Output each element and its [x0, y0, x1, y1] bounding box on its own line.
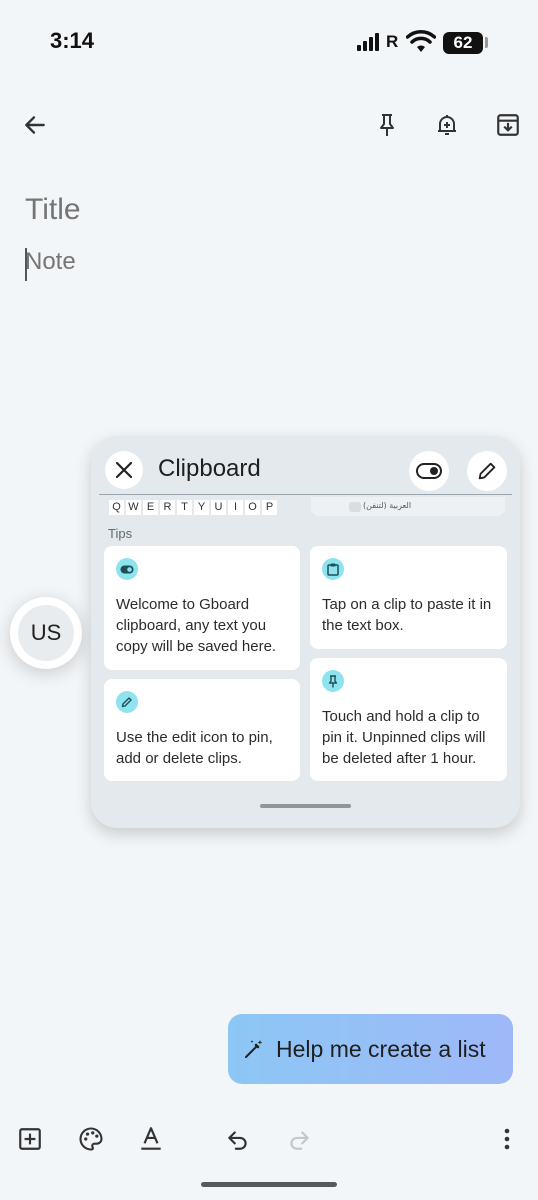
- close-icon: [115, 461, 133, 479]
- language-preview-label: العربية (لتنفن): [363, 501, 412, 510]
- undo-button[interactable]: [221, 1122, 255, 1156]
- battery-tip: [485, 37, 488, 48]
- drag-handle[interactable]: [260, 804, 351, 808]
- help-me-create-button[interactable]: Help me create a list: [228, 1014, 513, 1084]
- pin-button[interactable]: [367, 105, 407, 145]
- close-button[interactable]: [105, 451, 143, 489]
- more-options-button[interactable]: [490, 1122, 524, 1156]
- mini-key: R: [160, 500, 175, 515]
- cell-signal-icon: [357, 33, 383, 56]
- clipboard-title: Clipboard: [158, 455, 261, 482]
- text-format-button[interactable]: [134, 1122, 168, 1156]
- tip-text: Use the edit icon to pin, add or delete …: [116, 729, 273, 767]
- add-button[interactable]: [13, 1122, 47, 1156]
- mini-key: P: [262, 500, 277, 515]
- tip-text: Tap on a clip to paste it in the text bo…: [322, 596, 492, 634]
- bell-plus-icon: [438, 115, 456, 135]
- background-options-button[interactable]: [74, 1122, 108, 1156]
- mini-key: I: [228, 500, 243, 515]
- text-cursor: [25, 248, 27, 281]
- tip-text: Touch and hold a clip to pin it. Unpinne…: [322, 708, 486, 767]
- redo-button[interactable]: [282, 1122, 316, 1156]
- status-bar: 3:14 R 62: [0, 0, 538, 86]
- tip-card[interactable]: Use the edit icon to pin, add or delete …: [104, 679, 300, 781]
- clipboard-icon: [322, 558, 344, 580]
- tip-text: Welcome to Gboard clipboard, any text yo…: [116, 596, 277, 655]
- help-me-create-label: Help me create a list: [276, 1035, 486, 1062]
- mini-key: Q: [109, 500, 124, 515]
- more-vert-icon: [504, 1128, 510, 1150]
- floating-bubble[interactable]: US: [10, 597, 82, 669]
- clipboard-panel: Clipboard Q W E R T Y U I O P العربية (ل…: [91, 436, 520, 828]
- status-time: 3:14: [50, 28, 95, 53]
- mini-key: O: [245, 500, 260, 515]
- text-format-icon: [141, 1127, 161, 1150]
- tips-heading: Tips: [108, 526, 133, 541]
- toggle-icon: [416, 463, 442, 479]
- clipboard-toggle[interactable]: [409, 451, 449, 491]
- language-icon: [349, 502, 361, 512]
- mini-key: Y: [194, 500, 209, 515]
- mini-key: W: [126, 500, 141, 515]
- divider: [99, 494, 512, 495]
- pin-icon: [380, 114, 394, 136]
- note-input[interactable]: [25, 248, 505, 276]
- pin-icon: [322, 670, 344, 692]
- keyboard-preview: Q W E R T Y U I O P: [109, 500, 277, 515]
- arrow-left-icon: [25, 116, 45, 134]
- archive-icon: [497, 114, 519, 136]
- redo-icon: [290, 1131, 309, 1150]
- pencil-icon: [116, 691, 138, 713]
- network-type-label: R: [386, 32, 399, 51]
- edit-button[interactable]: [467, 451, 507, 491]
- title-input[interactable]: [25, 193, 505, 227]
- battery-icon: 62: [443, 32, 483, 54]
- add-box-icon: [19, 1128, 41, 1150]
- wifi-icon: [405, 30, 437, 59]
- toggle-icon: [116, 558, 138, 580]
- pencil-icon: [478, 462, 496, 480]
- undo-icon: [228, 1131, 247, 1150]
- language-preview: العربية (لتنفن): [311, 497, 505, 516]
- back-button[interactable]: [15, 105, 55, 145]
- tip-card[interactable]: Tap on a clip to paste it in the text bo…: [310, 546, 507, 649]
- magic-pen-icon: [245, 1040, 263, 1058]
- palette-icon: [79, 1127, 103, 1151]
- mini-key: E: [143, 500, 158, 515]
- mini-key: U: [211, 500, 226, 515]
- reminder-button[interactable]: [427, 105, 467, 145]
- archive-button[interactable]: [488, 105, 528, 145]
- tip-card[interactable]: Touch and hold a clip to pin it. Unpinne…: [310, 658, 507, 781]
- home-indicator[interactable]: [201, 1182, 337, 1187]
- bubble-label: US: [18, 605, 74, 661]
- tip-card[interactable]: Welcome to Gboard clipboard, any text yo…: [104, 546, 300, 670]
- mini-key: T: [177, 500, 192, 515]
